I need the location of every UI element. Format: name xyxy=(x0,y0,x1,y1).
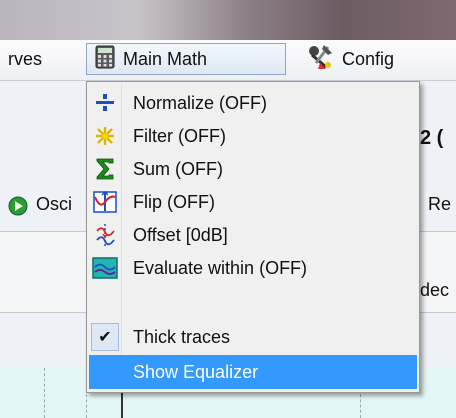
menu-item-evaluate-within[interactable]: Evaluate within (OFF) xyxy=(89,252,417,284)
menu-item-normalize-label: Normalize (OFF) xyxy=(133,92,267,113)
calculator-icon xyxy=(95,45,115,74)
normalize-icon xyxy=(89,87,121,119)
menu-item-thick-traces-checkbox: ✔ xyxy=(89,321,121,353)
menu-bar: rves Main Math Config xyxy=(0,40,456,81)
menu-item-sum[interactable]: Sum (OFF) xyxy=(89,153,417,185)
menu-item-show-equalizer-label: Show Equalizer xyxy=(133,361,259,382)
menu-curves-label: rves xyxy=(8,48,43,69)
menu-item-thick-traces[interactable]: ✔ Thick traces xyxy=(89,321,417,353)
menu-curves[interactable]: rves xyxy=(8,43,42,75)
menu-item-offset-label: Offset [0dB] xyxy=(133,224,228,245)
menu-item-show-equalizer[interactable]: Show Equalizer xyxy=(89,355,417,389)
menu-item-sum-label: Sum (OFF) xyxy=(133,158,223,179)
menu-item-filter-label: Filter (OFF) xyxy=(133,125,226,146)
filter-icon xyxy=(89,120,121,152)
menu-item-offset[interactable]: Offset [0dB] xyxy=(89,219,417,251)
menu-item-normalize[interactable]: Normalize (OFF) xyxy=(89,87,417,119)
background-fragment-title: 2 ( xyxy=(420,127,444,149)
config-tools-icon xyxy=(306,43,334,76)
menu-item-thick-traces-label: Thick traces xyxy=(133,326,231,347)
menu-config-label: Config xyxy=(342,48,395,69)
main-math-dropdown: Normalize (OFF) Filter (OFF) Sum (OFF) F… xyxy=(86,81,420,393)
menu-main-math[interactable]: Main Math xyxy=(86,43,286,75)
menu-item-evaluate-within-label: Evaluate within (OFF) xyxy=(133,257,308,278)
oscilloscope-icon xyxy=(8,196,28,221)
checkmark-icon: ✔ xyxy=(91,323,119,351)
menu-item-flip[interactable]: Flip (OFF) xyxy=(89,186,417,218)
menu-item-show-equalizer-icon-slot xyxy=(89,356,121,388)
background-dec-label: dec xyxy=(420,280,450,300)
menu-main-math-label: Main Math xyxy=(123,48,208,69)
menu-config[interactable]: Config xyxy=(306,43,394,75)
background-osc-label: Osci xyxy=(36,194,72,214)
menu-item-filter[interactable]: Filter (OFF) xyxy=(89,120,417,152)
menu-item-flip-label: Flip (OFF) xyxy=(133,191,215,212)
flip-icon xyxy=(89,186,121,218)
offset-icon xyxy=(89,219,121,251)
evaluate-icon xyxy=(89,252,121,284)
sum-icon xyxy=(89,153,121,185)
window-titlebar xyxy=(0,0,456,40)
background-re-label: Re xyxy=(428,194,452,214)
